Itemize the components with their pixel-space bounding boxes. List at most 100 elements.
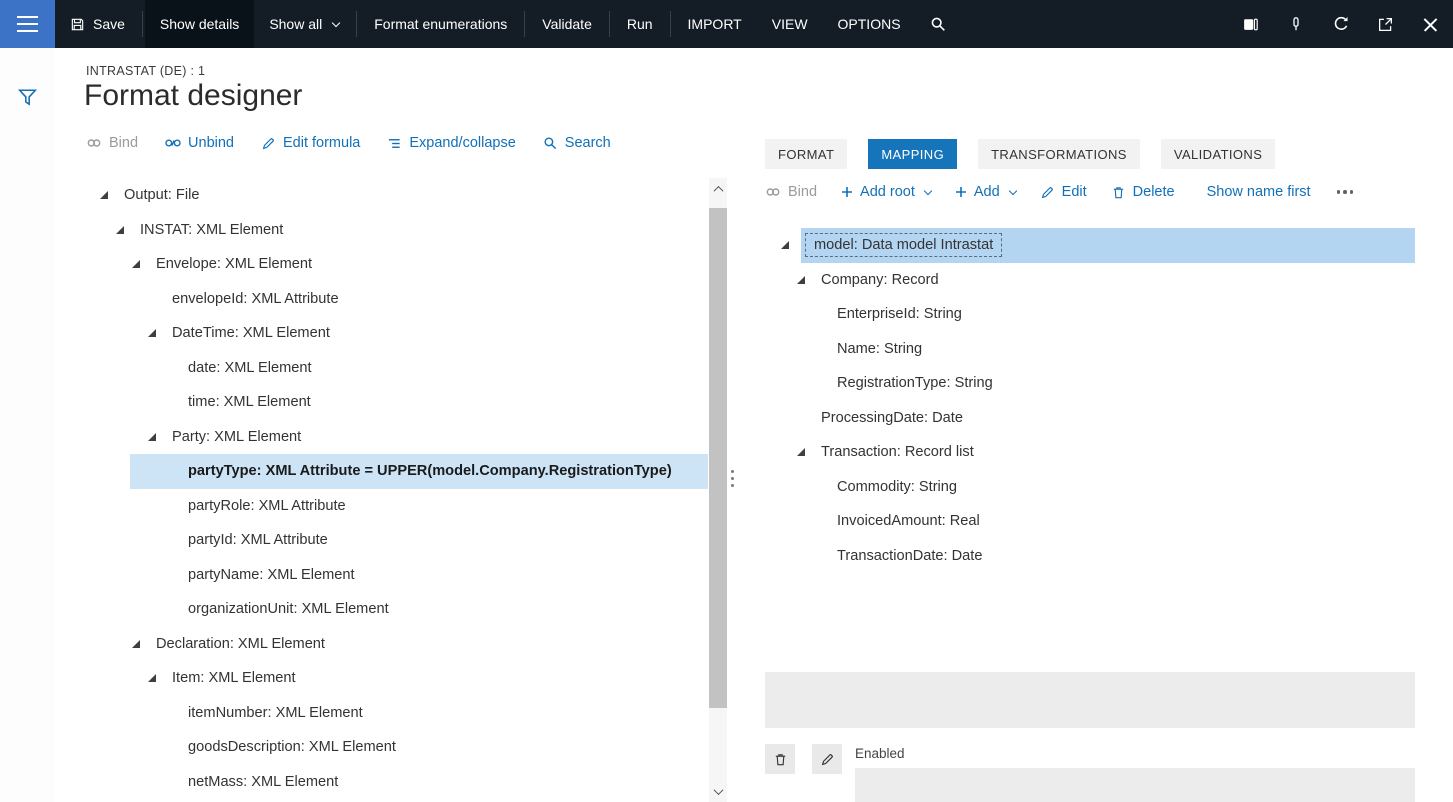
format-tree-item[interactable]: organizationUnit: XML Element xyxy=(85,592,708,627)
expand-toggle-icon[interactable] xyxy=(132,639,156,648)
filter-funnel-button[interactable] xyxy=(18,88,37,107)
save-button[interactable]: Save xyxy=(55,0,140,48)
format-tree-item[interactable]: itemNumber: XML Element xyxy=(85,696,708,731)
tree-item-label: partyName: XML Element xyxy=(188,566,355,583)
expand-toggle-icon[interactable] xyxy=(797,448,821,457)
expand-toggle-icon[interactable] xyxy=(781,241,805,250)
format-tree-item[interactable]: Item: XML Element xyxy=(85,661,708,696)
expand-toggle-icon[interactable] xyxy=(100,191,124,200)
format-tree-item[interactable]: envelopeId: XML Attribute xyxy=(85,282,708,317)
tree-item-label: time: XML Element xyxy=(188,394,311,411)
mapping-tree-item[interactable]: Transaction: Record list xyxy=(765,435,1415,470)
view-menu[interactable]: VIEW xyxy=(757,0,823,48)
mapping-tree-item[interactable]: Name: String xyxy=(765,332,1415,367)
format-tree-item[interactable]: time: XML Element xyxy=(85,385,708,420)
scroll-down-button[interactable] xyxy=(709,780,727,802)
mapping-tree-item[interactable]: TransactionDate: Date xyxy=(765,539,1415,574)
validate-button[interactable]: Validate xyxy=(527,0,607,48)
edit-formula-button[interactable]: Edit formula xyxy=(261,135,360,151)
format-tree-item[interactable]: Declaration: XML Element xyxy=(85,627,708,662)
mapping-tree-item[interactable]: EnterpriseId: String xyxy=(765,297,1415,332)
trash-icon xyxy=(1113,186,1123,198)
tab-format[interactable]: FORMAT xyxy=(765,139,848,169)
expand-toggle-icon[interactable] xyxy=(148,329,172,338)
run-label: Run xyxy=(626,16,653,32)
format-tree-scrollbar[interactable] xyxy=(709,178,727,802)
format-tree-item[interactable]: partyName: XML Element xyxy=(85,558,708,593)
delete-detail-button[interactable] xyxy=(765,744,795,774)
show-all-label: Show all xyxy=(269,16,323,32)
format-tree-item[interactable]: INSTAT: XML Element xyxy=(85,213,708,248)
import-menu[interactable]: IMPORT xyxy=(673,0,757,48)
mapping-tree-item[interactable]: RegistrationType: String xyxy=(765,366,1415,401)
format-tree-item[interactable]: netMass: XML Element xyxy=(85,765,708,800)
show-details-button[interactable]: Show details xyxy=(144,0,255,48)
tab-transformations[interactable]: TRANSFORMATIONS xyxy=(978,139,1140,169)
mapping-bind-label: Bind xyxy=(788,184,818,200)
hamburger-menu-button[interactable] xyxy=(0,0,55,48)
tree-item-label: ProcessingDate: Date xyxy=(821,409,963,426)
tree-item-label: envelopeId: XML Attribute xyxy=(172,290,339,307)
format-tree-item[interactable]: date: XML Element xyxy=(85,351,708,386)
edit-button[interactable]: Edit xyxy=(1040,184,1087,200)
scrollbar-track[interactable] xyxy=(709,200,727,780)
tree-item-label: Name: String xyxy=(837,340,923,357)
refresh-button[interactable] xyxy=(1318,0,1363,48)
tree-search-button[interactable]: Search xyxy=(543,135,611,151)
mapping-tree-item[interactable]: InvoicedAmount: Real xyxy=(765,504,1415,539)
mapping-tree-item[interactable]: Commodity: String xyxy=(765,470,1415,505)
expand-collapse-button[interactable]: Expand/collapse xyxy=(387,135,516,151)
filter-funnel-icon xyxy=(18,89,37,106)
run-button[interactable]: Run xyxy=(612,0,668,48)
expand-toggle-icon[interactable] xyxy=(797,275,821,284)
edit-detail-button[interactable] xyxy=(812,744,842,774)
expand-toggle-icon[interactable] xyxy=(148,432,172,441)
enabled-field-input[interactable] xyxy=(855,768,1415,802)
show-name-first-button[interactable]: Show name first xyxy=(1207,184,1311,200)
format-tree-item[interactable]: DateTime: XML Element xyxy=(85,316,708,351)
format-tree-item[interactable]: goodsDescription: XML Element xyxy=(85,730,708,765)
close-button[interactable] xyxy=(1408,0,1453,48)
options-menu[interactable]: OPTIONS xyxy=(823,0,916,48)
format-tree-item[interactable]: Envelope: XML Element xyxy=(85,247,708,282)
bind-button[interactable]: Bind xyxy=(86,135,138,151)
validate-label: Validate xyxy=(542,16,592,32)
format-structure-tree: Output: File INSTAT: XML Element Envelop… xyxy=(85,178,708,799)
format-tree-item[interactable]: Party: XML Element xyxy=(85,420,708,455)
format-tree-item[interactable]: Output: File xyxy=(85,178,708,213)
tab-mapping[interactable]: MAPPING xyxy=(868,139,958,169)
mapping-tree-item[interactable]: Company: Record xyxy=(765,263,1415,298)
close-icon xyxy=(1422,16,1439,33)
expand-toggle-icon[interactable] xyxy=(148,674,172,683)
delete-button[interactable]: Delete xyxy=(1111,184,1175,200)
pin-button[interactable] xyxy=(1273,0,1318,48)
expand-toggle-icon[interactable] xyxy=(132,260,156,269)
more-options-button[interactable] xyxy=(1335,186,1356,198)
mapping-tree-item-selected[interactable]: model: Data model Intrastat xyxy=(765,228,1415,263)
tree-item-label: INSTAT: XML Element xyxy=(140,221,284,238)
add-root-dropdown[interactable]: Add root xyxy=(841,184,933,200)
format-tree-item[interactable]: partyId: XML Attribute xyxy=(85,523,708,558)
show-all-dropdown[interactable]: Show all xyxy=(254,0,354,48)
topbar-system-buttons xyxy=(1228,0,1453,48)
panel-splitter-handle[interactable] xyxy=(731,468,734,489)
scrollbar-thumb[interactable] xyxy=(709,208,727,708)
format-tree-item[interactable]: partyRole: XML Attribute xyxy=(85,489,708,524)
scroll-up-button[interactable] xyxy=(709,178,727,200)
unbind-button[interactable]: Unbind xyxy=(165,135,234,151)
add-dropdown[interactable]: Add xyxy=(955,184,1017,200)
unbind-chain-icon xyxy=(165,139,181,147)
binding-detail-field[interactable] xyxy=(765,672,1415,728)
mapping-bind-button[interactable]: Bind xyxy=(765,184,817,200)
side-panel-button[interactable] xyxy=(1228,0,1273,48)
search-button[interactable] xyxy=(916,0,961,48)
tree-item-label: Item: XML Element xyxy=(172,670,296,687)
format-enumerations-button[interactable]: Format enumerations xyxy=(359,0,522,48)
tree-item-label: Output: File xyxy=(124,187,200,204)
tab-validations[interactable]: VALIDATIONS xyxy=(1160,139,1276,169)
open-in-new-window-button[interactable] xyxy=(1363,0,1408,48)
mapping-tree-item[interactable]: ProcessingDate: Date xyxy=(765,401,1415,436)
tree-item-label: InvoicedAmount: Real xyxy=(837,513,980,530)
format-tree-item-selected[interactable]: partyType: XML Attribute = UPPER(model.C… xyxy=(85,454,708,489)
expand-toggle-icon[interactable] xyxy=(116,225,140,234)
